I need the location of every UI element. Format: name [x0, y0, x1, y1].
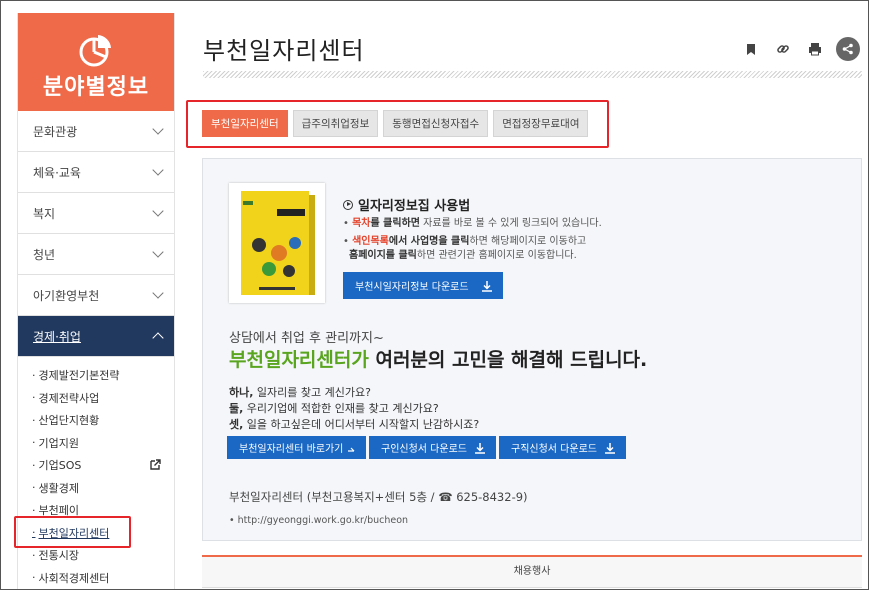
- usage-line-1: • 목차를 클릭하면 자료를 바로 볼 수 있게 링크되어 있습니다.: [343, 218, 602, 229]
- sidebar-item-welfare[interactable]: 복지: [18, 193, 174, 234]
- sub-item[interactable]: · 경제발전기본전략: [32, 364, 174, 387]
- sidebar-item-label: 문화관광: [33, 124, 78, 139]
- booklet-image: [229, 183, 325, 303]
- sidebar-item-label: 경제·취업: [33, 329, 81, 344]
- sub-item[interactable]: · 경제전략사업: [32, 387, 174, 410]
- sub-item[interactable]: · 생활경제: [32, 477, 174, 500]
- homepage-url[interactable]: • http://gyeonggi.work.go.kr/bucheon: [229, 515, 408, 526]
- highlight-box-tabs: [186, 100, 609, 148]
- arrow-link-icon: [348, 447, 355, 452]
- sub-item[interactable]: · 산업단지현황: [32, 409, 174, 432]
- sidebar-header: 분야별정보: [18, 13, 174, 111]
- highlight-box-sidebar: [14, 516, 131, 548]
- download-icon: [482, 280, 492, 292]
- chevron-down-icon: [152, 164, 164, 176]
- events-section-header: 채용행사: [202, 555, 862, 588]
- print-icon[interactable]: [804, 38, 826, 60]
- chevron-up-icon: [152, 332, 164, 344]
- chevron-down-icon: [152, 205, 164, 217]
- download-info-button[interactable]: 부천시일자리정보 다운로드: [343, 272, 503, 299]
- pie-chart-icon: [79, 35, 111, 67]
- sub-item[interactable]: · 기업지원: [32, 432, 174, 455]
- usage-line-2: • 색인목록에서 사업명을 클릭하면 해당페이지로 이동하고: [343, 236, 587, 247]
- chevron-down-icon: [152, 123, 164, 135]
- link-icon[interactable]: [772, 38, 794, 60]
- question-3: 셋, 일을 하고싶은데 어디서부터 시작할지 난감하시죠?: [229, 418, 480, 431]
- chevron-down-icon: [152, 287, 164, 299]
- bookmark-icon[interactable]: [740, 38, 762, 60]
- info-panel: 일자리정보집 사용법 • 목차를 클릭하면 자료를 바로 볼 수 있게 링크되어…: [202, 158, 862, 541]
- sidebar-item-sports[interactable]: 체육·교육: [18, 152, 174, 193]
- job-center-link-button[interactable]: 부천일자리센터 바로가기: [227, 436, 366, 459]
- play-circle-icon: [343, 199, 353, 210]
- sidebar-item-label: 청년: [33, 247, 56, 262]
- sub-menu: · 경제발전기본전략 · 경제전략사업 · 산업단지현황 · 기업지원 · 기업SOS ·…: [18, 357, 174, 589]
- usage-title: 일자리정보집 사용법: [343, 195, 470, 214]
- contact-info: 부천일자리센터 (부천고용복지+센터 5층 / ☎ 625-8432-9): [229, 490, 528, 504]
- sub-item[interactable]: · 기업SOS: [32, 454, 174, 477]
- recruit-form-download-button[interactable]: 구인신청서 다운로드: [369, 436, 496, 459]
- sidebar-item-culture[interactable]: 문화관광: [18, 111, 174, 152]
- sidebar-title: 분야별정보: [42, 75, 150, 100]
- sidebar-item-baby[interactable]: 아기환영부천: [18, 275, 174, 316]
- sidebar-item-youth[interactable]: 청년: [18, 234, 174, 275]
- chevron-down-icon: [152, 246, 164, 258]
- page-title: 부천일자리센터: [203, 37, 365, 65]
- share-icon[interactable]: [836, 37, 860, 61]
- question-1: 하나, 일자리를 찾고 계신가요?: [229, 386, 371, 399]
- lead-text: 상담에서 취업 후 관리까지~: [229, 331, 384, 346]
- phone-icon: ☎: [438, 490, 453, 504]
- jobseeker-form-download-button[interactable]: 구직신청서 다운로드: [499, 436, 626, 459]
- sub-item[interactable]: · 사회적경제센터: [32, 567, 174, 590]
- sidebar-item-label: 체육·교육: [33, 165, 81, 180]
- headline: 부천일자리센터가 여러분의 고민을 해결해 드립니다.: [229, 349, 648, 371]
- sidebar-item-label: 아기환영부천: [33, 288, 100, 303]
- page-frame: 분야별정보 문화관광 체육·교육 복지 청년 아기환영부천 경제·취업 · 경제발…: [0, 0, 869, 590]
- title-divider: [203, 71, 862, 78]
- download-icon: [475, 442, 485, 454]
- usage-line-3: 홈페이지를 클릭하면 관련기관 홈페이지로 이동합니다.: [349, 250, 577, 261]
- external-link-icon[interactable]: [150, 459, 161, 470]
- toolbar: [740, 37, 860, 61]
- sidebar: 분야별정보 문화관광 체육·교육 복지 청년 아기환영부천 경제·취업 · 경제발…: [17, 13, 175, 589]
- sidebar-item-economy[interactable]: 경제·취업: [18, 316, 174, 357]
- sidebar-item-label: 복지: [33, 206, 56, 221]
- download-icon: [605, 442, 615, 454]
- question-2: 둘, 우리기업에 적합한 인재를 찾고 계신가요?: [229, 402, 439, 415]
